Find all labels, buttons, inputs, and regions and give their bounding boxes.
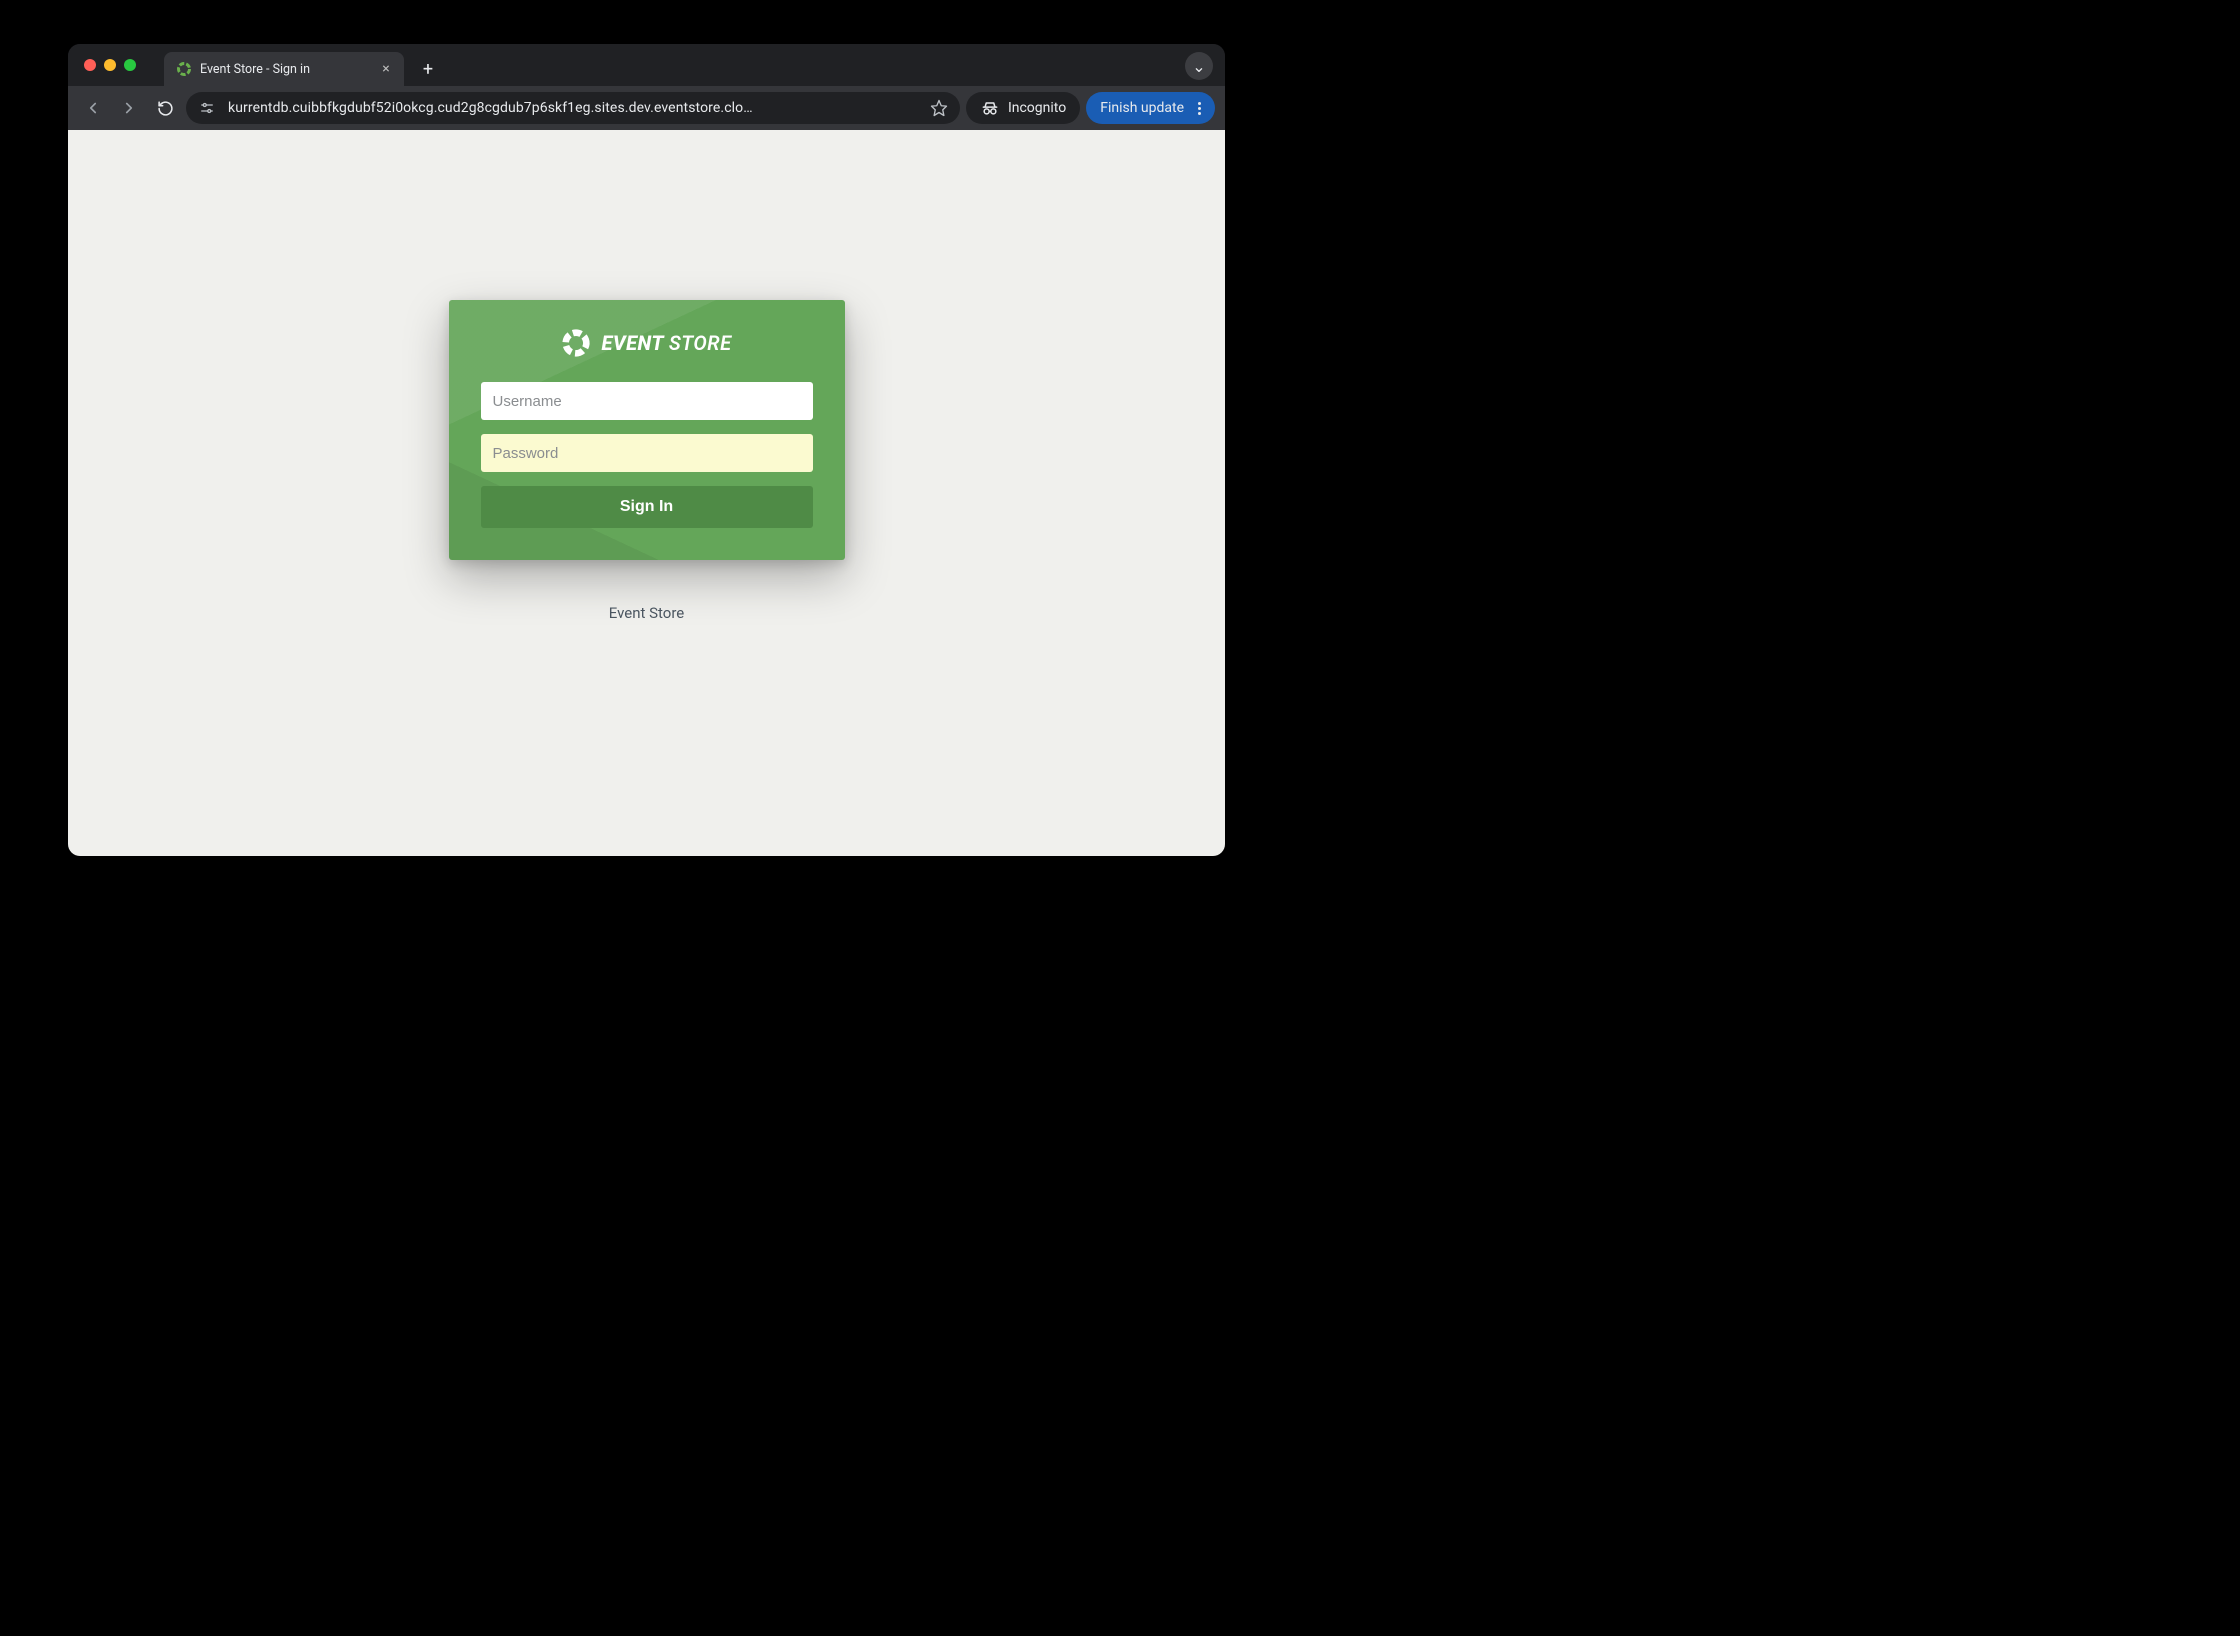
sign-in-button[interactable]: Sign In [481,486,813,528]
window-controls [78,44,144,86]
window-zoom-button[interactable] [124,59,136,71]
site-settings-icon[interactable] [196,97,218,119]
finish-update-button[interactable]: Finish update [1086,92,1215,124]
incognito-indicator[interactable]: Incognito [966,92,1080,124]
address-bar[interactable]: kurrentdb.cuibbfkgdubf52i0okcg.cud2g8cgd… [186,92,960,124]
browser-window: Event Store - Sign in × + ⌄ kurrentdb.cu… [68,44,1225,856]
eventstore-footer-link[interactable]: Event Store [609,604,685,622]
tab-title: Event Store - Sign in [200,62,370,77]
page-viewport: EVENT STORE Sign In Event Store [68,130,1225,856]
url-text: kurrentdb.cuibbfkgdubf52i0okcg.cud2g8cgd… [228,100,920,116]
reload-button[interactable] [150,93,180,123]
update-label: Finish update [1100,100,1184,116]
logo-text: EVENT STORE [601,331,731,355]
browser-toolbar: kurrentdb.cuibbfkgdubf52i0okcg.cud2g8cgd… [68,86,1225,130]
incognito-icon [980,98,1000,118]
logo-secondary: STORE [669,331,732,355]
eventstore-favicon-icon [176,61,192,77]
window-close-button[interactable] [84,59,96,71]
password-input[interactable] [481,434,813,472]
tab-bar: Event Store - Sign in × + ⌄ [68,44,1225,86]
window-minimize-button[interactable] [104,59,116,71]
logo-primary: EVENT [601,331,663,355]
tab-search-button[interactable]: ⌄ [1185,52,1213,80]
bookmark-button[interactable] [930,99,952,117]
new-tab-button[interactable]: + [414,55,442,83]
browser-tab[interactable]: Event Store - Sign in × [164,52,404,86]
back-button[interactable] [78,93,108,123]
eventstore-ring-icon [561,328,591,358]
incognito-label: Incognito [1008,100,1066,116]
username-input[interactable] [481,382,813,420]
close-tab-button[interactable]: × [378,61,394,77]
menu-icon [1198,102,1201,115]
login-card: EVENT STORE Sign In [449,300,845,560]
eventstore-logo: EVENT STORE [481,328,813,358]
chevron-down-icon: ⌄ [1192,57,1205,76]
forward-button[interactable] [114,93,144,123]
